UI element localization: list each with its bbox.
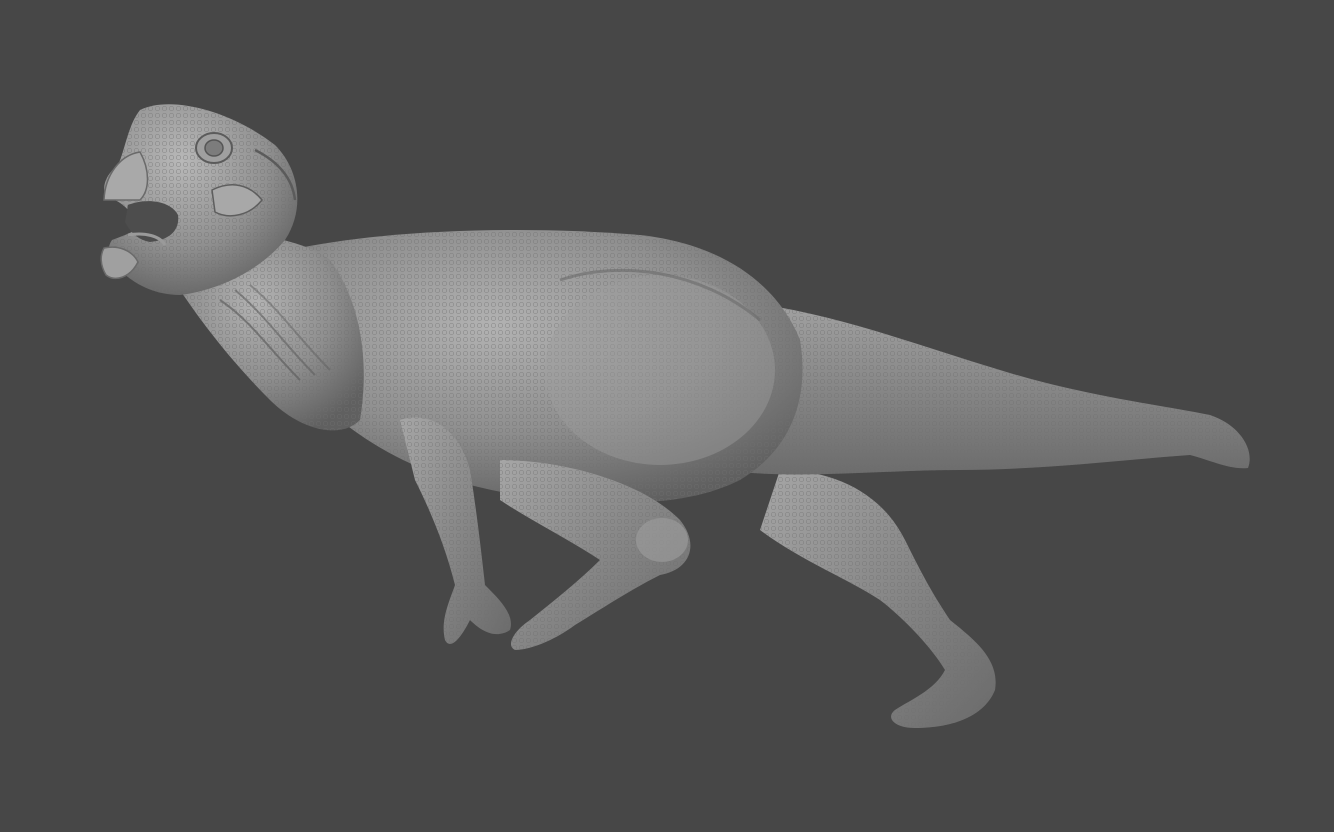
3d-viewport[interactable] bbox=[0, 0, 1334, 832]
far-hind-leg bbox=[760, 470, 996, 728]
dinosaur-sculpt-render bbox=[100, 104, 1250, 728]
